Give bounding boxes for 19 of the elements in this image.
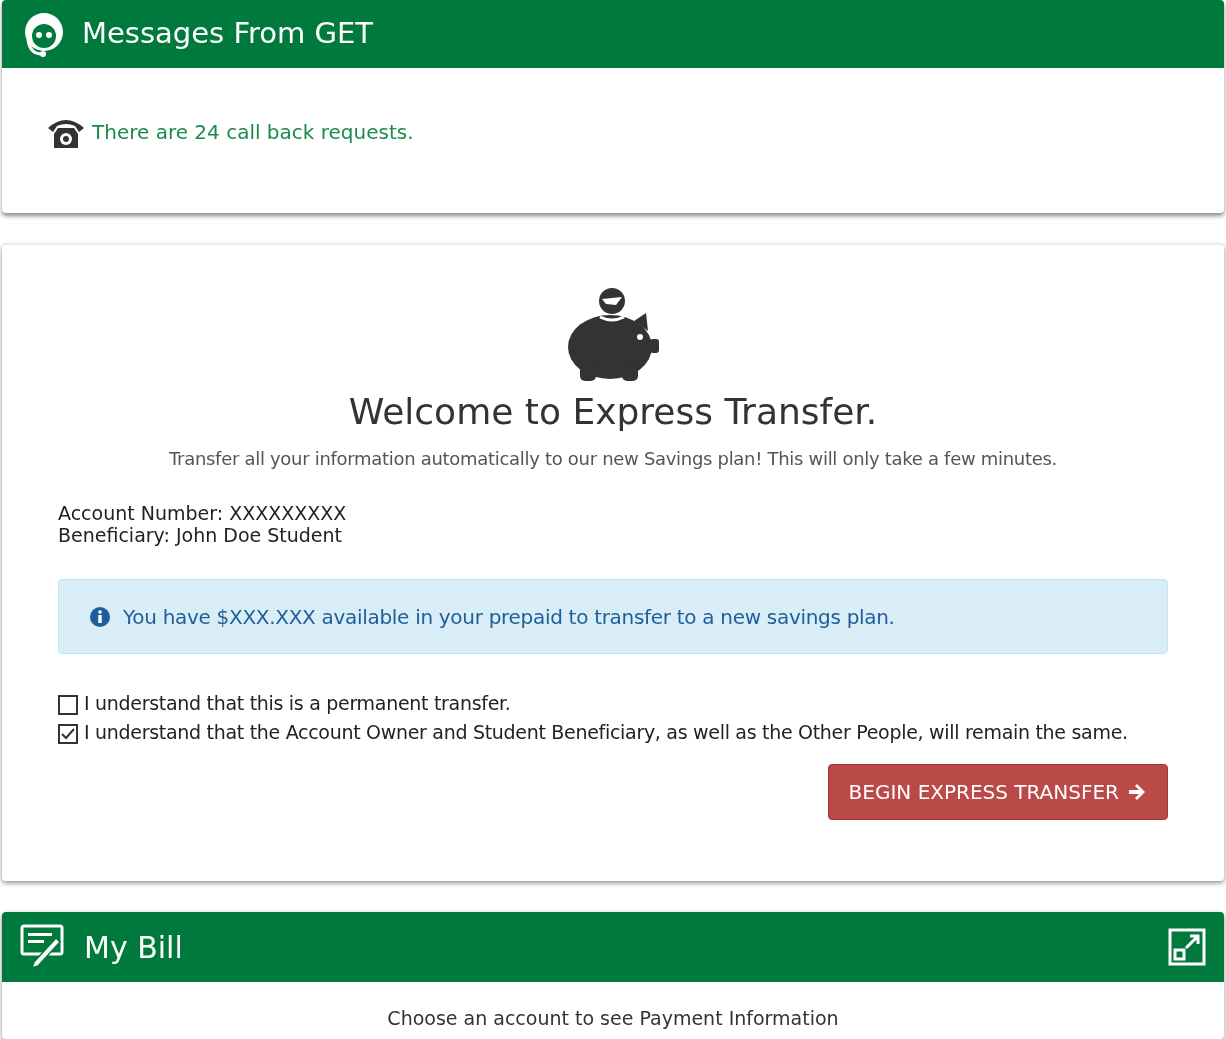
bill-message: Choose an account to see Payment Information <box>386 1006 840 1031</box>
panel-title: Messages From GET <box>82 15 373 53</box>
callback-notice: There are 24 call back requests. <box>92 119 414 146</box>
expand-icon[interactable] <box>1168 928 1206 966</box>
panel-title: My Bill <box>84 928 184 967</box>
welcome-heading: Welcome to Express Transfer. <box>348 390 878 434</box>
checkbox-label: I understand that the Account Owner and Student Beneficiary, as well as the Other People, will remain the same. <box>84 721 1128 744</box>
begin-transfer-button[interactable]: BEGIN EXPRESS TRANSFER <box>827 764 1168 820</box>
check-icon <box>61 727 75 741</box>
intro-text: Transfer all your information automatically to our new Savings plan! This will only take a few minutes. <box>169 447 1057 471</box>
arrow-right-icon <box>1127 782 1147 802</box>
checkbox-label: I understand that this is a permanent transfer. <box>84 692 511 715</box>
checkbox[interactable] <box>58 724 78 744</box>
alert-text: You have $XXX.XXX available in your prepaid to transfer to a new savings plan. <box>123 603 895 631</box>
piggy-bank-icon <box>566 287 660 383</box>
account-number: Account Number: XXXXXXXXX <box>58 502 348 524</box>
checkbox[interactable] <box>58 695 78 715</box>
info-icon <box>89 605 111 628</box>
beneficiary: Beneficiary: John Doe Student <box>58 524 344 546</box>
